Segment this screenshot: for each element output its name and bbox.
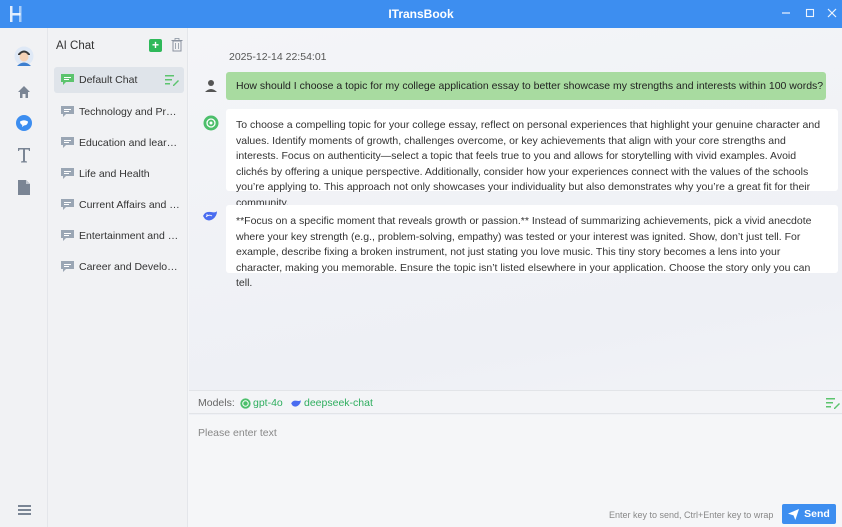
model-tag-deepseek-chat[interactable]: deepseek-chat: [290, 397, 373, 409]
chat-item-life-health[interactable]: Life and Health: [54, 161, 184, 187]
chat-item-label: Entertainment and Cultu...: [79, 230, 181, 242]
trash-icon[interactable]: [171, 38, 183, 52]
send-button[interactable]: Send: [782, 504, 836, 524]
chat-bubble-icon[interactable]: [12, 111, 36, 135]
input-placeholder: Please enter text: [198, 427, 277, 439]
message-input[interactable]: Please enter text Enter key to send, Ctr…: [189, 415, 842, 527]
chat-item-entertainment[interactable]: Entertainment and Cultu...: [54, 223, 184, 249]
document-icon[interactable]: [12, 175, 36, 199]
chat-item-icon: [61, 199, 74, 210]
maximize-icon[interactable]: [800, 4, 820, 24]
deepseek-chat-reply: **Focus on a specific moment that reveal…: [226, 205, 838, 289]
chat-item-icon: [61, 261, 74, 272]
window-title: ITransBook: [388, 7, 454, 21]
chat-item-label: Career and Development: [79, 261, 181, 273]
models-bar: Models: gpt-4o deepseek-chat: [189, 390, 842, 414]
text-t-icon[interactable]: [12, 143, 36, 167]
send-hint: Enter key to send, Ctrl+Enter key to wra…: [609, 510, 774, 520]
user-icon: [205, 80, 217, 92]
deepseek-whale-icon: [203, 211, 217, 221]
edit-list-icon[interactable]: [826, 397, 840, 409]
model-name: gpt-4o: [253, 397, 283, 409]
chat-item-current-affairs[interactable]: Current Affairs and News: [54, 192, 184, 218]
chat-item-label: Technology and Progra...: [79, 106, 181, 118]
chat-item-icon: [61, 106, 74, 117]
user-message: How should I choose a topic for my colle…: [226, 72, 826, 100]
chat-item-icon: [61, 168, 74, 179]
close-icon[interactable]: [822, 4, 842, 24]
add-icon[interactable]: +: [149, 39, 162, 52]
avatar-icon[interactable]: [12, 44, 36, 68]
message-timestamp: 2025-12-14 22:54:01: [229, 51, 327, 63]
deepseek-whale-icon: [291, 399, 301, 407]
chat-list-panel: AI Chat + Default Chat Technology and Pr…: [48, 28, 188, 527]
model-name: deepseek-chat: [304, 397, 373, 409]
gpt-4o-reply: To choose a compelling topic for your co…: [226, 109, 838, 209]
gpt-4o-icon: [240, 397, 251, 409]
nav-rail: [0, 28, 48, 527]
home-icon[interactable]: [12, 80, 36, 104]
edit-list-icon[interactable]: [165, 74, 179, 86]
paper-plane-icon: [788, 508, 800, 520]
chat-item-default-chat[interactable]: Default Chat: [54, 67, 184, 93]
panel-title: AI Chat: [56, 40, 95, 52]
chat-item-technology[interactable]: Technology and Progra...: [54, 99, 184, 125]
chat-item-label: Education and learning: [79, 137, 181, 149]
send-label: Send: [804, 508, 830, 520]
chat-item-label: Current Affairs and News: [79, 199, 181, 211]
model-tag-gpt-4o[interactable]: gpt-4o: [240, 397, 283, 409]
chat-item-education[interactable]: Education and learning: [54, 130, 184, 156]
gpt-4o-icon: [203, 115, 219, 131]
list-menu-icon[interactable]: [12, 498, 36, 522]
conversation-area: 2025-12-14 22:54:01 How should I choose …: [189, 28, 842, 527]
chat-item-career[interactable]: Career and Development: [54, 254, 184, 280]
minimize-icon[interactable]: [776, 4, 796, 24]
chat-item-icon: [61, 74, 74, 85]
chat-item-icon: [61, 137, 74, 148]
chat-item-label: Life and Health: [79, 168, 150, 180]
models-label: Models:: [198, 397, 235, 409]
chat-item-icon: [61, 230, 74, 241]
title-bar: ITransBook: [0, 0, 842, 28]
chat-list-header: AI Chat +: [56, 38, 184, 56]
